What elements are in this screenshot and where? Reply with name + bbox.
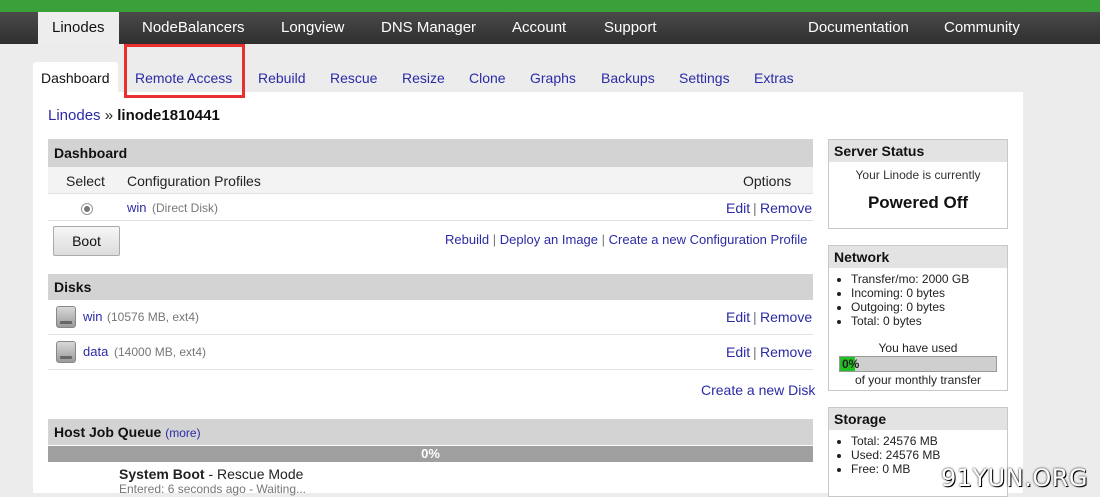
storage-header: Storage bbox=[829, 408, 1007, 430]
dashboard-actions: Rebuild | Deploy an Image | Create a new… bbox=[445, 232, 807, 247]
disk-options-separator: | bbox=[753, 309, 757, 325]
create-profile-link[interactable]: Create a new Configuration Profile bbox=[609, 232, 808, 247]
col-options: Options bbox=[743, 173, 792, 189]
breadcrumb-linodes-link[interactable]: Linodes bbox=[48, 107, 101, 124]
server-power-state: Powered Off bbox=[867, 193, 969, 212]
job-queue-more-link[interactable]: (more) bbox=[165, 426, 200, 440]
main-nav: Linodes NodeBalancers Longview DNS Manag… bbox=[0, 12, 1100, 44]
breadcrumb: Linodes » linode1810441 bbox=[48, 107, 220, 124]
server-status-header: Server Status bbox=[829, 140, 1007, 162]
disk-detail: (10576 MB, ext4) bbox=[107, 310, 200, 324]
disk-name-link[interactable]: win bbox=[83, 309, 103, 324]
job-queue-title: Host Job Queue bbox=[54, 424, 162, 440]
disks-header: Disks bbox=[48, 274, 813, 300]
col-configuration-profiles: Configuration Profiles bbox=[127, 173, 261, 189]
profile-edit-link[interactable]: Edit bbox=[726, 200, 750, 216]
network-stat: Outgoing: 0 bytes bbox=[851, 300, 1007, 314]
job-progress-label: 0% bbox=[421, 446, 440, 461]
tab-rescue[interactable]: Rescue bbox=[330, 62, 377, 92]
job-title: System Boot - Rescue Mode bbox=[119, 466, 303, 482]
tab-resize[interactable]: Resize bbox=[402, 62, 445, 92]
disk-name-link[interactable]: data bbox=[83, 344, 108, 359]
network-stat: Incoming: 0 bytes bbox=[851, 286, 1007, 300]
col-select: Select bbox=[66, 173, 105, 189]
disk-options-separator: | bbox=[753, 344, 757, 360]
transfer-used-label: You have used bbox=[878, 341, 958, 355]
server-status-line: Your Linode is currently bbox=[855, 168, 981, 182]
job-status: Entered: 6 seconds ago - Waiting... bbox=[119, 482, 306, 496]
top-green-bar bbox=[0, 0, 1100, 12]
profile-name-link[interactable]: win bbox=[127, 200, 147, 215]
tab-graphs[interactable]: Graphs bbox=[530, 62, 576, 92]
transfer-progress-label: 0% bbox=[842, 357, 860, 371]
disk-edit-link[interactable]: Edit bbox=[726, 344, 750, 360]
profile-detail: (Direct Disk) bbox=[152, 201, 218, 215]
network-box: Network Transfer/mo: 2000 GB Incoming: 0… bbox=[828, 245, 1008, 391]
nav-account[interactable]: Account bbox=[498, 12, 580, 44]
network-stats-list: Transfer/mo: 2000 GB Incoming: 0 bytes O… bbox=[829, 272, 1007, 328]
nav-dns-manager[interactable]: DNS Manager bbox=[367, 12, 490, 44]
network-header: Network bbox=[829, 246, 1007, 268]
server-status-box: Server Status Your Linode is currently P… bbox=[828, 139, 1008, 229]
nav-longview[interactable]: Longview bbox=[267, 12, 358, 44]
nav-documentation[interactable]: Documentation bbox=[794, 12, 923, 44]
breadcrumb-separator: » bbox=[104, 107, 114, 124]
nav-support[interactable]: Support bbox=[590, 12, 671, 44]
tab-settings[interactable]: Settings bbox=[679, 62, 730, 92]
disk-row: win (10576 MB, ext4) Edit | Remove bbox=[48, 300, 813, 335]
tab-extras[interactable]: Extras bbox=[754, 62, 794, 92]
transfer-progress-bar: 0% bbox=[839, 356, 997, 372]
tab-backups[interactable]: Backups bbox=[601, 62, 655, 92]
job-suffix: - Rescue Mode bbox=[204, 466, 304, 482]
actions-separator: | bbox=[492, 232, 497, 247]
profile-select-radio[interactable] bbox=[81, 203, 93, 215]
nav-community[interactable]: Community bbox=[930, 12, 1034, 44]
deploy-image-link[interactable]: Deploy an Image bbox=[500, 232, 598, 247]
rebuild-link[interactable]: Rebuild bbox=[445, 232, 489, 247]
tab-rebuild[interactable]: Rebuild bbox=[258, 62, 305, 92]
disk-remove-link[interactable]: Remove bbox=[760, 344, 812, 360]
profile-row: win (Direct Disk) Edit | Remove bbox=[48, 194, 813, 221]
disk-edit-link[interactable]: Edit bbox=[726, 309, 750, 325]
dashboard-header: Dashboard bbox=[48, 139, 813, 167]
profile-remove-link[interactable]: Remove bbox=[760, 200, 812, 216]
network-stat: Total: 0 bytes bbox=[851, 314, 1007, 328]
tab-clone[interactable]: Clone bbox=[469, 62, 506, 92]
disk-detail: (14000 MB, ext4) bbox=[114, 345, 207, 359]
disk-remove-link[interactable]: Remove bbox=[760, 309, 812, 325]
watermark-text: 91YUN.ORG bbox=[940, 464, 1088, 492]
create-disk-link[interactable]: Create a new Disk bbox=[701, 382, 815, 398]
job-queue-header: Host Job Queue (more) bbox=[48, 419, 813, 445]
profile-options-separator: | bbox=[753, 200, 757, 216]
transfer-monthly-label: of your monthly transfer bbox=[854, 373, 982, 387]
nav-linodes[interactable]: Linodes bbox=[38, 12, 119, 44]
job-progress-bar: 0% bbox=[48, 446, 813, 462]
hard-disk-icon bbox=[56, 341, 76, 363]
job-name: System Boot bbox=[119, 466, 205, 482]
network-stat: Transfer/mo: 2000 GB bbox=[851, 272, 1007, 286]
tab-dashboard[interactable]: Dashboard bbox=[33, 62, 118, 92]
hard-disk-icon bbox=[56, 306, 76, 328]
nav-nodebalancers[interactable]: NodeBalancers bbox=[128, 12, 259, 44]
storage-stat: Used: 24576 MB bbox=[851, 448, 1007, 462]
breadcrumb-current: linode1810441 bbox=[117, 107, 220, 124]
storage-stat: Total: 24576 MB bbox=[851, 434, 1007, 448]
actions-separator: | bbox=[601, 232, 606, 247]
profiles-header-row: Select Configuration Profiles Options bbox=[48, 167, 813, 194]
disk-row: data (14000 MB, ext4) Edit | Remove bbox=[48, 335, 813, 370]
boot-button[interactable]: Boot bbox=[53, 226, 120, 256]
remote-access-highlight bbox=[124, 44, 245, 98]
